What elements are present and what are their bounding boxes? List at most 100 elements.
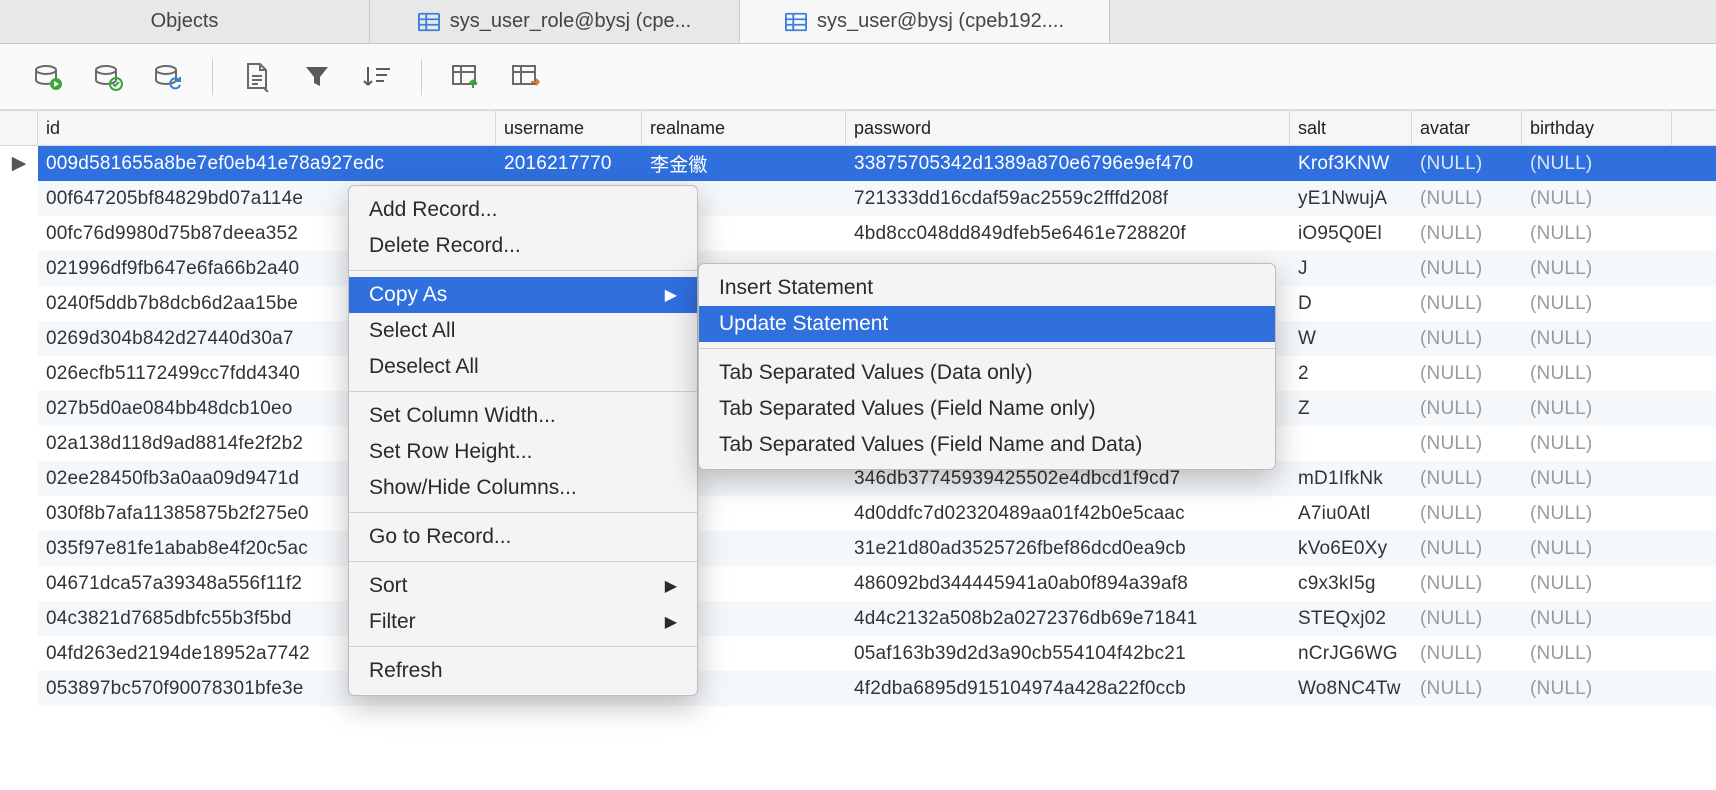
table-row[interactable]: ▶009d581655a8be7ef0eb41e78a927edc2016217… xyxy=(0,146,1716,181)
column-header-salt[interactable]: salt xyxy=(1290,111,1412,145)
submenu-tsv-fieldname-only[interactable]: Tab Separated Values (Field Name only) xyxy=(699,391,1275,427)
cell-birthday[interactable]: (NULL) xyxy=(1522,636,1672,671)
cell-birthday[interactable]: (NULL) xyxy=(1522,181,1672,216)
cell-salt[interactable]: c9x3kI5g xyxy=(1290,566,1412,601)
cell-avatar[interactable]: (NULL) xyxy=(1412,426,1522,461)
cell-password[interactable]: 721333dd16cdaf59ac2559c2fffd208f xyxy=(846,181,1290,216)
menu-filter[interactable]: Filter▶ xyxy=(349,604,697,640)
run-query-button[interactable] xyxy=(24,53,72,101)
cell-avatar[interactable]: (NULL) xyxy=(1412,216,1522,251)
document-button[interactable] xyxy=(233,53,281,101)
tab-sys-user-role[interactable]: sys_user_role@bysj (cpe... xyxy=(370,0,740,43)
cell-birthday[interactable]: (NULL) xyxy=(1522,496,1672,531)
menu-show-hide-columns[interactable]: Show/Hide Columns... xyxy=(349,470,697,506)
cell-password[interactable]: 4bd8cc048dd849dfeb5e6461e728820f xyxy=(846,216,1290,251)
cell-salt[interactable]: kVo6E0Xy xyxy=(1290,531,1412,566)
refresh-db-button[interactable] xyxy=(144,53,192,101)
tab-sys-user[interactable]: sys_user@bysj (cpeb192.... xyxy=(740,0,1110,43)
cell-birthday[interactable]: (NULL) xyxy=(1522,566,1672,601)
cell-birthday[interactable]: (NULL) xyxy=(1522,671,1672,706)
cell-password[interactable]: 4f2dba6895d915104974a428a22f0ccb xyxy=(846,671,1290,706)
cell-birthday[interactable]: (NULL) xyxy=(1522,426,1672,461)
cell-password[interactable]: 33875705342d1389a870e6796e9ef470 xyxy=(846,146,1290,181)
table-row[interactable]: 035f97e81fe1abab8e4f20c5ac31e21d80ad3525… xyxy=(0,531,1716,566)
cell-avatar[interactable]: (NULL) xyxy=(1412,636,1522,671)
cell-birthday[interactable]: (NULL) xyxy=(1522,461,1672,496)
cell-salt[interactable]: A7iu0Atl xyxy=(1290,496,1412,531)
cell-salt[interactable]: Krof3KNW xyxy=(1290,146,1412,181)
cell-avatar[interactable]: (NULL) xyxy=(1412,671,1522,706)
cell-salt[interactable]: Z xyxy=(1290,391,1412,426)
cell-username[interactable]: 2016217770 xyxy=(496,146,642,181)
cell-birthday[interactable]: (NULL) xyxy=(1522,216,1672,251)
cell-salt[interactable]: STEQxj02 xyxy=(1290,601,1412,636)
export-button[interactable] xyxy=(502,53,550,101)
menu-select-all[interactable]: Select All xyxy=(349,313,697,349)
cell-avatar[interactable]: (NULL) xyxy=(1412,391,1522,426)
cell-birthday[interactable]: (NULL) xyxy=(1522,286,1672,321)
cell-birthday[interactable]: (NULL) xyxy=(1522,321,1672,356)
cell-avatar[interactable]: (NULL) xyxy=(1412,356,1522,391)
cell-password[interactable]: 486092bd344445941a0ab0f894a39af8 xyxy=(846,566,1290,601)
cell-salt[interactable]: D xyxy=(1290,286,1412,321)
cell-salt[interactable]: 2 xyxy=(1290,356,1412,391)
cell-password[interactable]: 31e21d80ad3525726fbef86dcd0ea9cb xyxy=(846,531,1290,566)
cell-salt[interactable]: W xyxy=(1290,321,1412,356)
cell-password[interactable]: 05af163b39d2d3a90cb554104f42bc21 xyxy=(846,636,1290,671)
cell-salt[interactable]: yE1NwujA xyxy=(1290,181,1412,216)
tab-objects[interactable]: Objects xyxy=(0,0,370,43)
column-header-password[interactable]: password xyxy=(846,111,1290,145)
cell-avatar[interactable]: (NULL) xyxy=(1412,461,1522,496)
menu-copy-as[interactable]: Copy As▶ xyxy=(349,277,697,313)
cell-avatar[interactable]: (NULL) xyxy=(1412,566,1522,601)
cell-id[interactable]: 009d581655a8be7ef0eb41e78a927edc xyxy=(38,146,496,181)
menu-add-record[interactable]: Add Record... xyxy=(349,192,697,228)
cell-avatar[interactable]: (NULL) xyxy=(1412,321,1522,356)
cell-avatar[interactable]: (NULL) xyxy=(1412,146,1522,181)
submenu-tsv-data-only[interactable]: Tab Separated Values (Data only) xyxy=(699,355,1275,391)
filter-button[interactable] xyxy=(293,53,341,101)
menu-go-to-record[interactable]: Go to Record... xyxy=(349,519,697,555)
cell-avatar[interactable]: (NULL) xyxy=(1412,531,1522,566)
table-row[interactable]: 00fc76d9980d75b87deea3524bd8cc048dd849df… xyxy=(0,216,1716,251)
menu-deselect-all[interactable]: Deselect All xyxy=(349,349,697,385)
cell-birthday[interactable]: (NULL) xyxy=(1522,356,1672,391)
cell-salt[interactable] xyxy=(1290,426,1412,461)
cell-birthday[interactable]: (NULL) xyxy=(1522,146,1672,181)
column-header-birthday[interactable]: birthday xyxy=(1522,111,1672,145)
cell-avatar[interactable]: (NULL) xyxy=(1412,181,1522,216)
table-row[interactable]: 030f8b7afa11385875b2f275e04d0ddfc7d02320… xyxy=(0,496,1716,531)
cell-password[interactable]: 4d0ddfc7d02320489aa01f42b0e5caac xyxy=(846,496,1290,531)
cell-password[interactable]: 4d4c2132a508b2a0272376db69e71841 xyxy=(846,601,1290,636)
menu-sort[interactable]: Sort▶ xyxy=(349,568,697,604)
column-header-realname[interactable]: realname xyxy=(642,111,846,145)
table-row[interactable]: 04671dca57a39348a556f11f2486092bd3444459… xyxy=(0,566,1716,601)
cell-salt[interactable]: mD1IfkNk xyxy=(1290,461,1412,496)
cell-birthday[interactable]: (NULL) xyxy=(1522,391,1672,426)
column-header-username[interactable]: username xyxy=(496,111,642,145)
cell-salt[interactable]: nCrJG6WG xyxy=(1290,636,1412,671)
table-row[interactable]: 04fd263ed2194de18952a774205af163b39d2d3a… xyxy=(0,636,1716,671)
table-row[interactable]: 053897bc570f90078301bfe3e4f2dba6895d9151… xyxy=(0,671,1716,706)
import-button[interactable] xyxy=(442,53,490,101)
cell-avatar[interactable]: (NULL) xyxy=(1412,251,1522,286)
submenu-insert-statement[interactable]: Insert Statement xyxy=(699,270,1275,306)
cell-realname[interactable]: 李金徽 xyxy=(642,146,846,181)
commit-button[interactable] xyxy=(84,53,132,101)
cell-avatar[interactable]: (NULL) xyxy=(1412,496,1522,531)
sort-button[interactable] xyxy=(353,53,401,101)
menu-refresh[interactable]: Refresh xyxy=(349,653,697,689)
table-row[interactable]: 00f647205bf84829bd07a114e721333dd16cdaf5… xyxy=(0,181,1716,216)
cell-salt[interactable]: Wo8NC4Tw xyxy=(1290,671,1412,706)
cell-birthday[interactable]: (NULL) xyxy=(1522,251,1672,286)
cell-avatar[interactable]: (NULL) xyxy=(1412,601,1522,636)
menu-set-row-height[interactable]: Set Row Height... xyxy=(349,434,697,470)
cell-birthday[interactable]: (NULL) xyxy=(1522,601,1672,636)
cell-salt[interactable]: iO95Q0El xyxy=(1290,216,1412,251)
menu-set-column-width[interactable]: Set Column Width... xyxy=(349,398,697,434)
column-header-id[interactable]: id xyxy=(38,111,496,145)
cell-avatar[interactable]: (NULL) xyxy=(1412,286,1522,321)
column-header-avatar[interactable]: avatar xyxy=(1412,111,1522,145)
submenu-tsv-fieldname-data[interactable]: Tab Separated Values (Field Name and Dat… xyxy=(699,427,1275,463)
cell-birthday[interactable]: (NULL) xyxy=(1522,531,1672,566)
